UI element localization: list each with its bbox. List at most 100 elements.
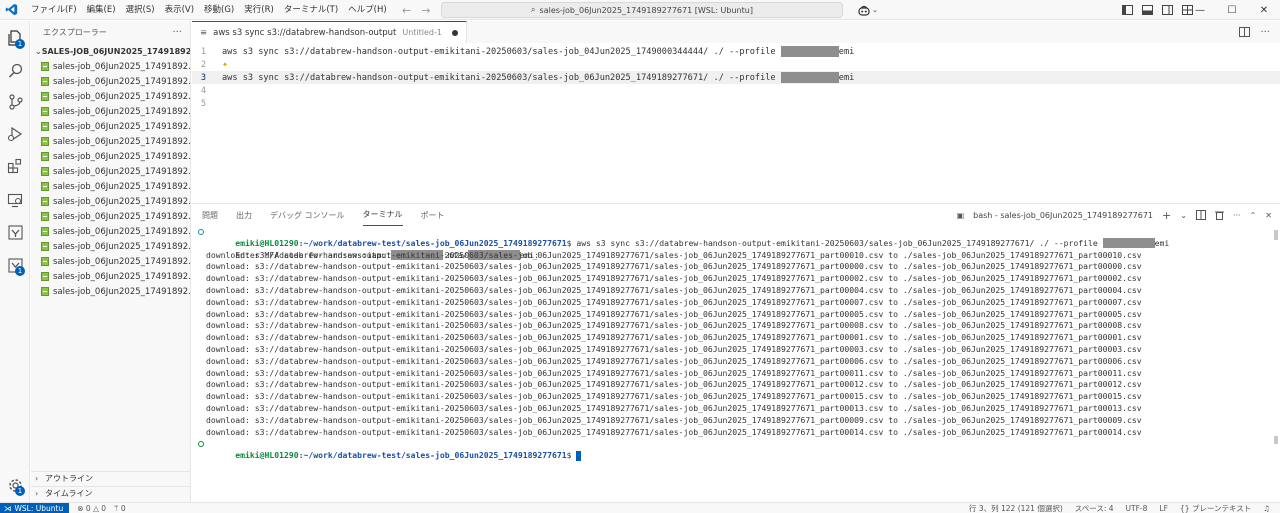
toggle-secondary-sidebar-icon[interactable] [1162, 5, 1173, 15]
copilot-button[interactable]: ⌄ [858, 0, 878, 20]
terminal-name[interactable]: bash - sales-job_06Jun2025_1749189277671 [973, 211, 1153, 220]
menu-edit[interactable]: 編集(E) [82, 0, 121, 20]
tab-ports[interactable]: ポート [421, 204, 445, 226]
tab-problems[interactable]: 問題 [202, 204, 218, 226]
csv-file-icon [41, 242, 49, 251]
maximize-button[interactable]: ☐ [1216, 0, 1248, 20]
ports-indicator[interactable]: ᛘ 0 [114, 504, 126, 513]
terminal-output[interactable]: emiki@HL01290:~/work/databrew-test/sales… [192, 226, 1280, 461]
end-of-line[interactable]: LF [1159, 504, 1168, 513]
problems-indicator[interactable]: ⊗ 0 △ 0 [77, 504, 106, 513]
terminal-icon: ▣ [956, 210, 965, 220]
command-center[interactable]: ⌕ sales-job_06Jun2025_1749189277671 [WSL… [441, 2, 843, 18]
code-text: aws s3 sync s3://databrew-handson-output… [222, 72, 781, 83]
run-debug-icon[interactable] [0, 120, 30, 148]
split-editor-icon[interactable] [1239, 27, 1251, 37]
chevron-down-icon[interactable]: ⌄ [1180, 211, 1187, 220]
command-decoration-icon[interactable] [198, 229, 204, 235]
file-item-label: sales-job_06Jun2025_17491892... [53, 211, 190, 222]
search-icon[interactable] [0, 56, 30, 84]
file-item[interactable]: sales-job_06Jun2025_17491892... [31, 254, 190, 269]
close-panel-icon[interactable]: ✕ [1265, 211, 1272, 220]
tab-description: Untitled-1 [402, 28, 442, 37]
back-arrow-icon[interactable]: ← [402, 4, 411, 17]
close-window-button[interactable]: ✕ [1248, 0, 1280, 20]
workspace-folder[interactable]: ⌄ SALES-JOB_06JUN2025_17491892776... [31, 43, 190, 59]
tab-output[interactable]: 出力 [236, 204, 252, 226]
file-item[interactable]: sales-job_06Jun2025_17491892... [31, 134, 190, 149]
toggle-sidebar-icon[interactable] [1122, 5, 1133, 15]
aws-toolkit-badge-icon[interactable]: 1 [0, 251, 30, 279]
unsaved-dot-icon[interactable] [451, 29, 458, 36]
file-item[interactable]: sales-job_06Jun2025_17491892... [31, 194, 190, 209]
language-mode[interactable]: {} プレーンテキスト [1180, 503, 1251, 513]
download-line: download: s3://databrew-handson-output-e… [206, 296, 1142, 307]
file-item[interactable]: sales-job_06Jun2025_17491892... [31, 239, 190, 254]
code-line: 4 [192, 84, 1280, 97]
file-list: sales-job_06Jun2025_17491892... sales-job… [31, 59, 190, 299]
explorer-icon[interactable]: 1 [0, 24, 30, 52]
timeline-section[interactable]: › タイムライン [31, 486, 191, 500]
menu-selection[interactable]: 選択(S) [121, 0, 160, 20]
menu-run[interactable]: 実行(R) [239, 0, 279, 20]
file-item[interactable]: sales-job_06Jun2025_17491892... [31, 74, 190, 89]
split-terminal-icon[interactable] [1195, 210, 1206, 220]
file-item[interactable]: sales-job_06Jun2025_17491892... [31, 224, 190, 239]
file-item[interactable]: sales-job_06Jun2025_17491892... [31, 59, 190, 74]
menu-view[interactable]: 表示(V) [160, 0, 199, 20]
remote-indicator[interactable]: ⋊ WSL: Ubuntu [0, 502, 70, 513]
inline-chat-sparkle-icon[interactable]: ✦ [222, 59, 228, 70]
menu-help[interactable]: ヘルプ(H) [343, 0, 392, 20]
file-item[interactable]: sales-job_06Jun2025_17491892... [31, 104, 190, 119]
outline-section[interactable]: › アウトライン [31, 471, 191, 485]
file-item[interactable]: sales-job_06Jun2025_17491892... [31, 209, 190, 224]
file-item[interactable]: sales-job_06Jun2025_17491892... [31, 284, 190, 299]
search-icon: ⌕ [531, 5, 536, 14]
file-item[interactable]: sales-job_06Jun2025_17491892... [31, 149, 190, 164]
menu-terminal[interactable]: ターミナル(T) [279, 0, 343, 20]
file-item[interactable]: sales-job_06Jun2025_17491892... [31, 179, 190, 194]
maximize-panel-icon[interactable]: ⌃ [1250, 211, 1257, 220]
copilot-icon [858, 5, 870, 16]
tab-debug-console[interactable]: デバッグ コンソール [270, 204, 345, 226]
error-icon: ⊗ [77, 503, 84, 513]
tab-terminal[interactable]: ターミナル [362, 204, 403, 226]
manage-gear-icon[interactable]: 1 [0, 471, 30, 499]
line-number: 1 [200, 46, 206, 57]
new-terminal-icon[interactable]: + [1162, 209, 1171, 222]
terminal-cursor [576, 450, 582, 461]
download-line: download: s3://databrew-handson-output-e… [206, 273, 1142, 284]
aws-toolkit-icon[interactable] [0, 218, 30, 246]
menu-go[interactable]: 移動(G) [199, 0, 239, 20]
tab-title: aws s3 sync s3://databrew-handson-output [213, 27, 397, 38]
more-actions-icon[interactable]: ··· [1233, 211, 1241, 220]
command-decoration-icon[interactable] [198, 441, 204, 448]
braces-icon: {} [1179, 504, 1190, 513]
cursor-position[interactable]: 行 3、列 122 (121 個選択) [969, 503, 1063, 513]
remote-label: WSL: Ubuntu [14, 503, 64, 513]
file-item[interactable]: sales-job_06Jun2025_17491892... [31, 119, 190, 134]
minimize-button[interactable]: — [1184, 0, 1216, 20]
trash-icon[interactable] [1214, 210, 1224, 220]
explorer-more-button[interactable]: ··· [172, 27, 182, 38]
editor-tab-untitled[interactable]: ≡ aws s3 sync s3://databrew-handson-outp… [192, 21, 467, 43]
extensions-icon[interactable] [0, 152, 30, 180]
more-actions-icon[interactable]: ··· [1260, 27, 1270, 38]
file-item-label: sales-job_06Jun2025_17491892... [53, 226, 190, 237]
remote-explorer-icon[interactable] [0, 186, 30, 214]
notifications-bell-icon[interactable]: ♫ [1263, 504, 1270, 513]
source-control-icon[interactable] [0, 88, 30, 116]
file-item-label: sales-job_06Jun2025_17491892... [53, 241, 190, 252]
file-item[interactable]: sales-job_06Jun2025_17491892... [31, 269, 190, 284]
menu-file[interactable]: ファイル(F) [26, 0, 82, 20]
indentation[interactable]: スペース: 4 [1075, 503, 1114, 513]
code-editor[interactable]: 1 aws s3 sync s3://databrew-handson-outpu… [192, 43, 1280, 110]
file-item[interactable]: sales-job_06Jun2025_17491892... [31, 164, 190, 179]
file-item[interactable]: sales-job_06Jun2025_17491892... [31, 89, 190, 104]
forward-arrow-icon[interactable]: → [421, 4, 430, 17]
download-line: download: s3://databrew-handson-output-e… [206, 320, 1142, 331]
terminal-scrollbar-thumb[interactable] [1274, 230, 1278, 240]
csv-file-icon [41, 137, 49, 146]
toggle-panel-icon[interactable] [1142, 5, 1153, 15]
encoding[interactable]: UTF-8 [1126, 504, 1148, 513]
